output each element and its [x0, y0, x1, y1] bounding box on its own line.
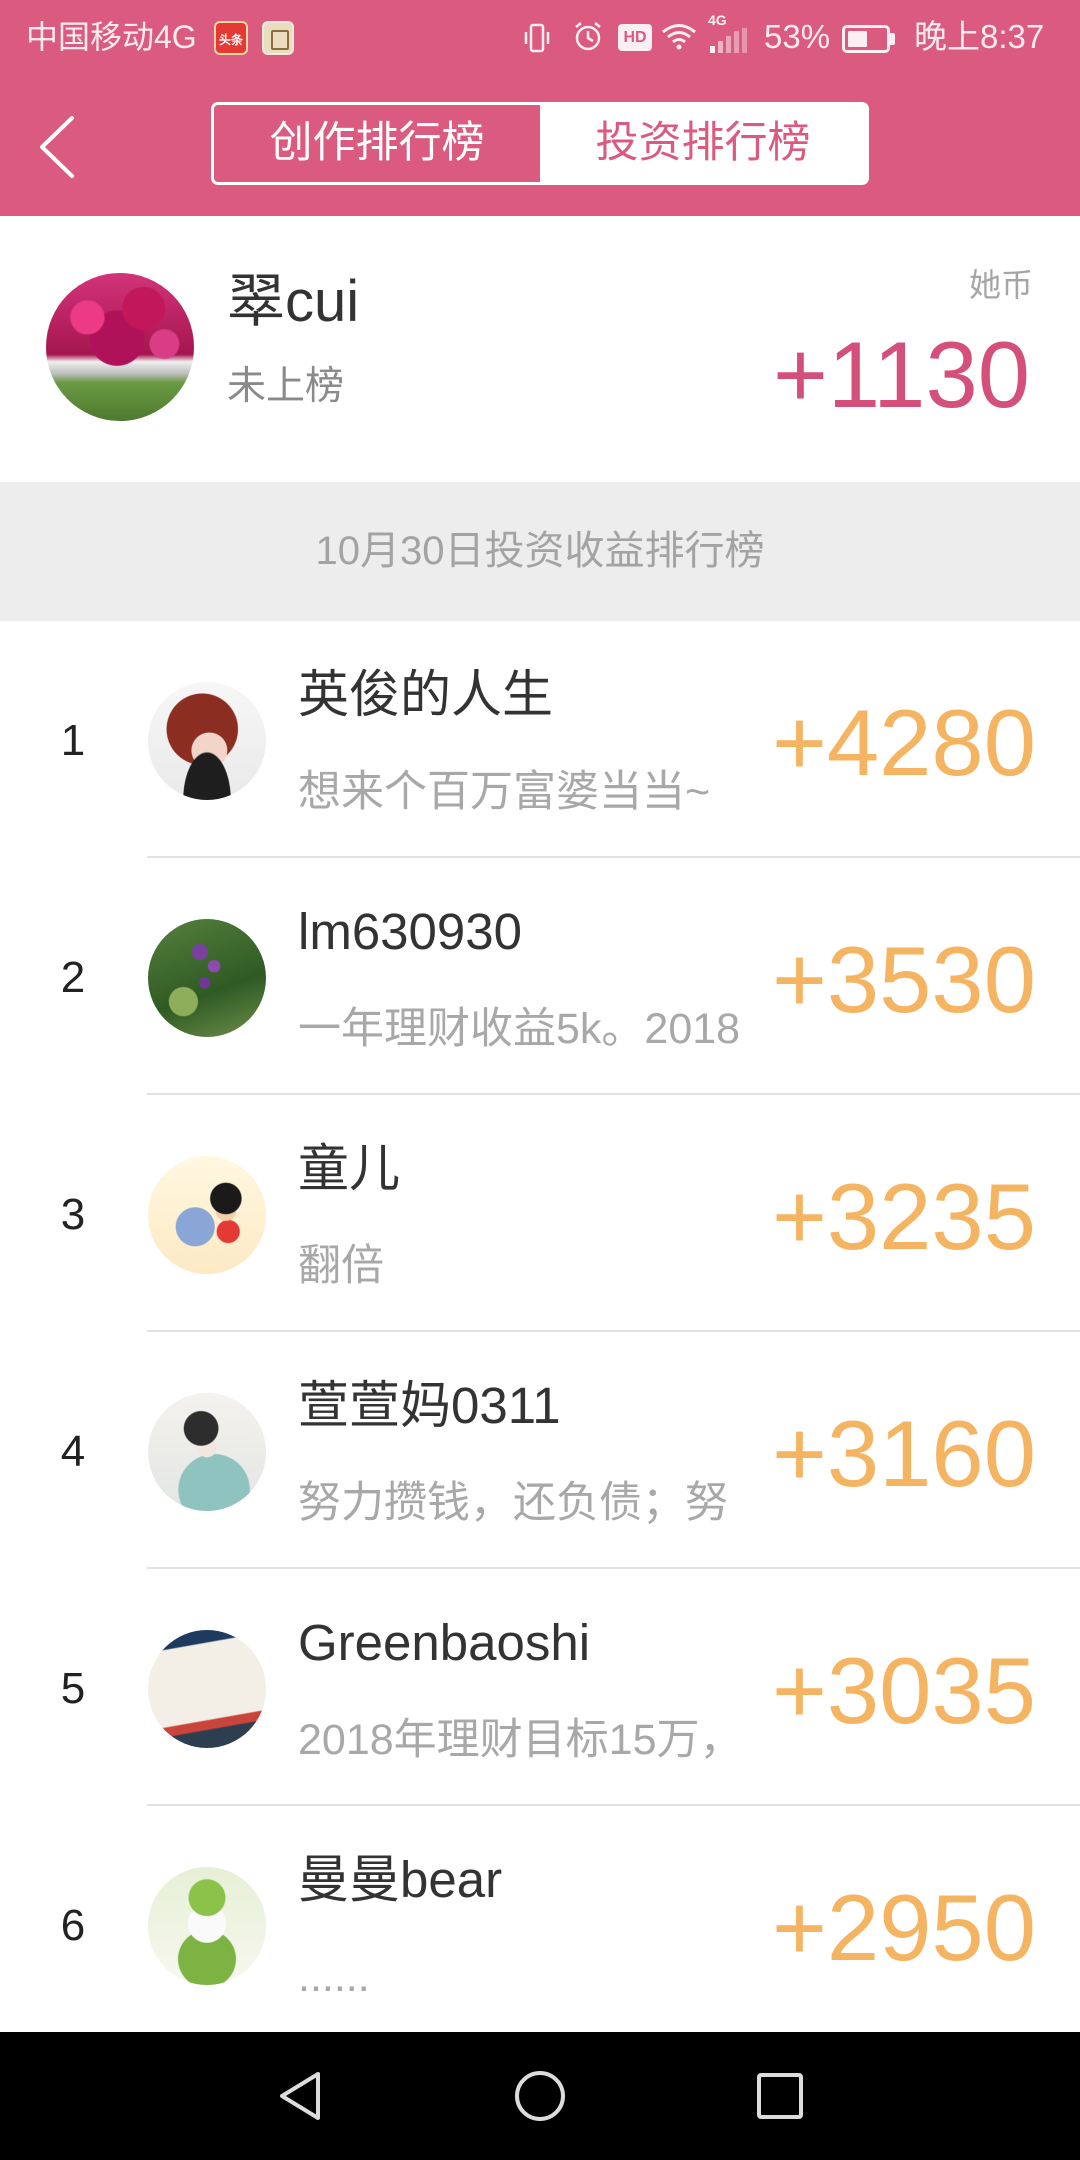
ranking-tab-switch: 创作排行榜 投资排行榜: [211, 102, 869, 185]
avatar[interactable]: [148, 1156, 266, 1274]
user-name: 英俊的人生: [298, 666, 554, 723]
section-title: 10月30日投资收益排行榜: [0, 482, 1080, 621]
user-score: +4280: [771, 690, 1036, 795]
recents-square-icon: [757, 2073, 803, 2119]
user-motto: 想来个百万富婆当当~: [298, 768, 711, 816]
vibrate-icon: [524, 23, 550, 53]
user-motto: ......: [298, 1953, 370, 2001]
status-bar: 中国移动4G 头条 HD 4G 53% 晚上8:37: [0, 0, 1080, 80]
list-item[interactable]: 5 Greenbaoshi 2018年理财目标15万， +3035: [0, 1569, 1080, 1806]
user-motto: 一年理财收益5k。2018: [298, 1005, 741, 1053]
rank-number: 6: [60, 1901, 86, 1950]
wifi-icon: [662, 24, 696, 50]
carrier-label: 中国移动4G: [26, 19, 197, 55]
user-motto: 2018年理财目标15万，: [298, 1716, 743, 1764]
nav-recents-button[interactable]: [752, 2068, 808, 2124]
avatar[interactable]: [148, 682, 266, 800]
rank-number: 2: [60, 953, 86, 1002]
rank-number: 5: [60, 1664, 86, 1713]
clock: 晚上8:37: [914, 18, 1045, 55]
avatar[interactable]: [148, 1630, 266, 1748]
user-score: +2950: [771, 1875, 1036, 1980]
list-item[interactable]: 3 童儿 翻倍 +3235: [0, 1095, 1080, 1332]
avatar[interactable]: [148, 1393, 266, 1511]
list-item[interactable]: 6 曼曼bear ...... +2950: [0, 1806, 1080, 2032]
rank-number: 1: [60, 716, 86, 765]
signal-icon: [710, 28, 747, 53]
user-name: Greenbaoshi: [298, 1614, 591, 1671]
list-item[interactable]: 2 lm630930 一年理财收益5k。2018 +3530: [0, 858, 1080, 1095]
battery-icon: [842, 25, 890, 53]
system-nav-bar: [0, 2032, 1080, 2160]
nav-back-button[interactable]: [272, 2068, 328, 2124]
user-motto: 翻倍: [298, 1242, 384, 1290]
user-score: +3160: [771, 1401, 1036, 1506]
user-name: 童儿: [298, 1140, 401, 1197]
battery-level: [848, 31, 868, 47]
news-notification-icon: 头条: [214, 21, 248, 55]
tab-creation-ranking[interactable]: 创作排行榜: [214, 105, 540, 182]
tab-investment-ranking[interactable]: 投资排行榜: [540, 105, 866, 182]
battery-percent: 53%: [764, 18, 831, 55]
user-score: +3235: [771, 1164, 1036, 1269]
chevron-left-icon: [40, 116, 74, 178]
nav-home-button[interactable]: [512, 2068, 568, 2124]
avatar[interactable]: [148, 1867, 266, 1985]
user-name: 萱萱妈0311: [298, 1377, 561, 1434]
header-bar: 创作排行榜 投资排行榜: [0, 80, 1080, 216]
list-item[interactable]: 4 萱萱妈0311 努力攒钱，还负债；努 +3160: [0, 1332, 1080, 1569]
currency-label: 她币: [968, 267, 1033, 303]
alarm-icon: [575, 22, 601, 51]
ranking-list: 1 英俊的人生 想来个百万富婆当当~ +4280 2 lm630930 一年理财…: [0, 621, 1080, 2032]
back-triangle-icon: [280, 2072, 320, 2120]
network-type-label: 4G: [708, 12, 727, 28]
user-name: 曼曼bear: [298, 1851, 503, 1908]
rank-number: 3: [60, 1190, 86, 1239]
user-score: +3035: [771, 1638, 1036, 1743]
screen: 中国移动4G 头条 HD 4G 53% 晚上8:37 创作排行榜 投资排行榜 翠…: [0, 0, 1080, 2160]
user-name: lm630930: [298, 903, 522, 960]
home-circle-icon: [515, 2071, 565, 2121]
back-button[interactable]: [28, 104, 88, 188]
list-item[interactable]: 1 英俊的人生 想来个百万富婆当当~ +4280: [0, 621, 1080, 858]
avatar[interactable]: [148, 919, 266, 1037]
user-motto: 努力攒钱，还负债；努: [298, 1479, 728, 1527]
rank-number: 4: [60, 1427, 86, 1476]
avatar[interactable]: [46, 273, 194, 421]
my-name: 翠cui: [227, 269, 360, 334]
hd-voice-icon: HD: [618, 24, 652, 51]
user-score: +3530: [771, 927, 1036, 1032]
my-rank-status: 未上榜: [227, 365, 345, 408]
app-notification-icon: [262, 21, 294, 55]
my-score: +1130: [772, 322, 1030, 427]
my-ranking-card[interactable]: 翠cui 未上榜 她币 +1130: [0, 216, 1080, 482]
battery-nub: [890, 33, 895, 45]
